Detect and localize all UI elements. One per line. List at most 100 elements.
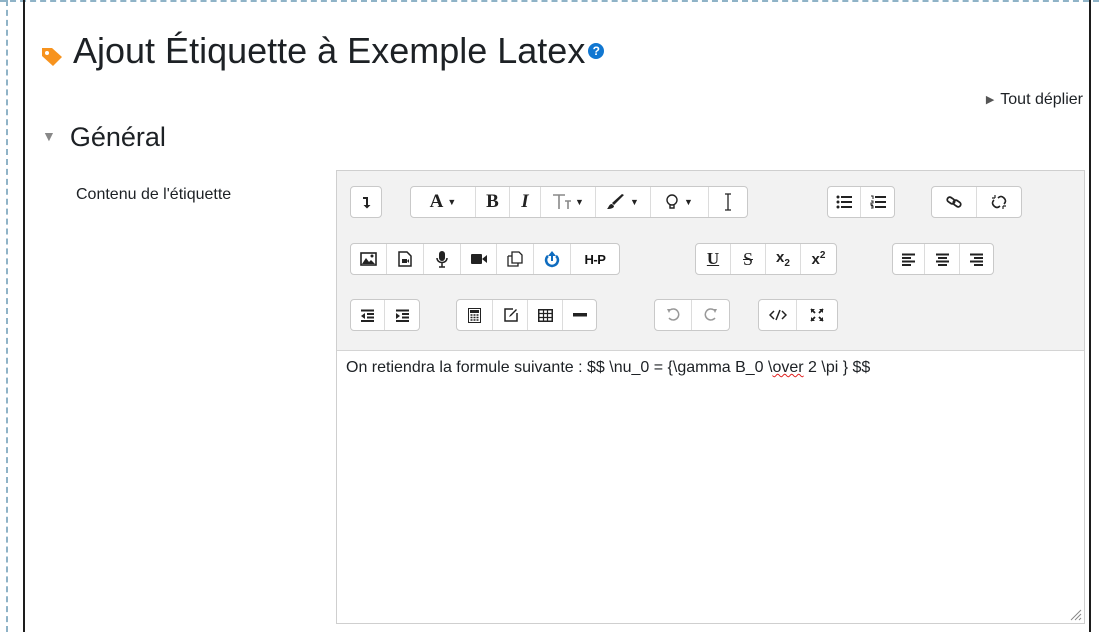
- brush-dropdown-icon: ▼: [630, 197, 639, 207]
- image-icon: [360, 252, 377, 266]
- subscript-index-text: 2: [784, 258, 790, 269]
- italic-button[interactable]: I: [510, 187, 541, 217]
- image-button[interactable]: [351, 244, 387, 274]
- atto-editor: A ▼ B I ▼ ▼ ▼ H-P U S x2 x2 On retiendra…: [336, 170, 1085, 624]
- toolbar-group-collapse: [350, 186, 382, 218]
- editor-content-area[interactable]: On retiendra la formule suivante : $$ \n…: [337, 351, 1084, 623]
- align-right-icon: [970, 253, 983, 266]
- collapse-arrow-icon: [363, 197, 371, 209]
- caret-down-icon: ▼: [42, 128, 56, 144]
- help-icon[interactable]: ?: [588, 43, 605, 60]
- font-color-dropdown-icon: ▼: [447, 197, 457, 207]
- toolbar-group-align: [892, 243, 994, 275]
- brush-button[interactable]: ▼: [596, 187, 651, 217]
- record-video-button[interactable]: [461, 244, 497, 274]
- font-color-icon: A: [429, 191, 444, 212]
- outdent-button[interactable]: [351, 300, 385, 330]
- align-center-icon: [935, 253, 949, 266]
- lightbulb-button[interactable]: ▼: [651, 187, 709, 217]
- manage-files-icon: [507, 251, 523, 267]
- video-camera-icon: [470, 254, 487, 264]
- resize-handle-icon[interactable]: [1068, 607, 1082, 621]
- unlink-button[interactable]: [977, 187, 1021, 217]
- toolbar-group-media: H-P: [350, 243, 620, 275]
- lightbulb-icon: [666, 193, 678, 209]
- toolbar-group-history: [654, 299, 730, 331]
- font-size-button[interactable]: ▼: [541, 187, 596, 217]
- content-text-after: 2 \pi } $$: [803, 359, 871, 376]
- calculator-icon: [468, 307, 481, 323]
- table-button[interactable]: [528, 300, 563, 330]
- align-center-button[interactable]: [925, 244, 960, 274]
- link-icon: [946, 196, 962, 208]
- upload-button[interactable]: [534, 244, 571, 274]
- collapse-toolbar-button[interactable]: [351, 187, 381, 217]
- underline-icon: U: [706, 249, 720, 268]
- ordered-list-icon: [870, 195, 886, 209]
- editor-toolbar: A ▼ B I ▼ ▼ ▼ H-P U S x2 x2: [337, 171, 1084, 351]
- superscript-icon: x2: [812, 250, 826, 268]
- media-icon: [398, 251, 412, 267]
- unlink-icon: [991, 195, 1007, 209]
- expand-all-link[interactable]: ▶ Tout déplier: [986, 91, 1083, 109]
- fullscreen-button[interactable]: [797, 300, 837, 330]
- expand-all-label: Tout déplier: [1000, 91, 1083, 108]
- equation-button[interactable]: [457, 300, 493, 330]
- clear-formatting-button[interactable]: [709, 187, 747, 217]
- toolbar-group-lists: [827, 186, 895, 218]
- field-label-content: Contenu de l'étiquette: [76, 186, 232, 203]
- edit-button[interactable]: [493, 300, 528, 330]
- content-text-misspelled: over: [772, 359, 804, 376]
- strikethrough-icon: S: [742, 248, 753, 269]
- font-color-button[interactable]: A ▼: [411, 187, 476, 217]
- section-header-general[interactable]: ▼ Général: [42, 122, 166, 153]
- table-icon: [537, 308, 553, 322]
- media-button[interactable]: [387, 244, 424, 274]
- h5p-icon: H-P: [584, 251, 606, 267]
- ordered-list-button[interactable]: [861, 187, 894, 217]
- underline-button[interactable]: U: [696, 244, 731, 274]
- horizontal-rule-button[interactable]: [563, 300, 596, 330]
- superscript-button[interactable]: x2: [801, 244, 836, 274]
- strikethrough-button[interactable]: S: [731, 244, 766, 274]
- italic-icon: I: [521, 191, 529, 212]
- toolbar-group-text-format: U S x2 x2: [695, 243, 837, 275]
- brush-icon: [607, 194, 625, 209]
- edit-icon: [503, 307, 518, 322]
- h5p-button[interactable]: H-P: [571, 244, 619, 274]
- link-button[interactable]: [932, 187, 977, 217]
- bold-button[interactable]: B: [476, 187, 510, 217]
- undo-icon: [667, 308, 680, 321]
- html-source-button[interactable]: [759, 300, 797, 330]
- fullscreen-icon: [810, 308, 824, 322]
- bold-icon: B: [486, 191, 499, 212]
- record-audio-button[interactable]: [424, 244, 461, 274]
- superscript-index-text: 2: [819, 250, 826, 261]
- outdent-icon: [361, 309, 374, 322]
- manage-files-button[interactable]: [497, 244, 534, 274]
- superscript-base-text: x: [811, 251, 820, 268]
- indent-icon: [395, 309, 409, 322]
- unordered-list-button[interactable]: [828, 187, 861, 217]
- indent-button[interactable]: [385, 300, 419, 330]
- dashed-frame-left: [6, 0, 8, 632]
- page-title-text: Ajout Étiquette à Exemple Latex: [73, 30, 586, 71]
- horizontal-rule-icon: [572, 313, 587, 317]
- lightbulb-dropdown-icon: ▼: [684, 197, 693, 207]
- undo-button[interactable]: [655, 300, 692, 330]
- text-cursor-icon: [725, 193, 731, 211]
- upload-icon: [544, 251, 560, 268]
- redo-button[interactable]: [692, 300, 729, 330]
- align-right-button[interactable]: [960, 244, 993, 274]
- redo-icon: [704, 308, 717, 321]
- align-left-button[interactable]: [893, 244, 925, 274]
- content-text-before: On retiendra la formule suivante : $$ \n…: [346, 359, 773, 376]
- tag-icon: [42, 48, 62, 66]
- subscript-button[interactable]: x2: [766, 244, 801, 274]
- section-title: Général: [69, 122, 166, 152]
- subscript-icon: x2: [776, 249, 790, 269]
- code-icon: [768, 309, 787, 321]
- unordered-list-icon: [836, 195, 852, 209]
- toolbar-group-insert: [456, 299, 597, 331]
- font-size-dropdown-icon: ▼: [575, 197, 584, 207]
